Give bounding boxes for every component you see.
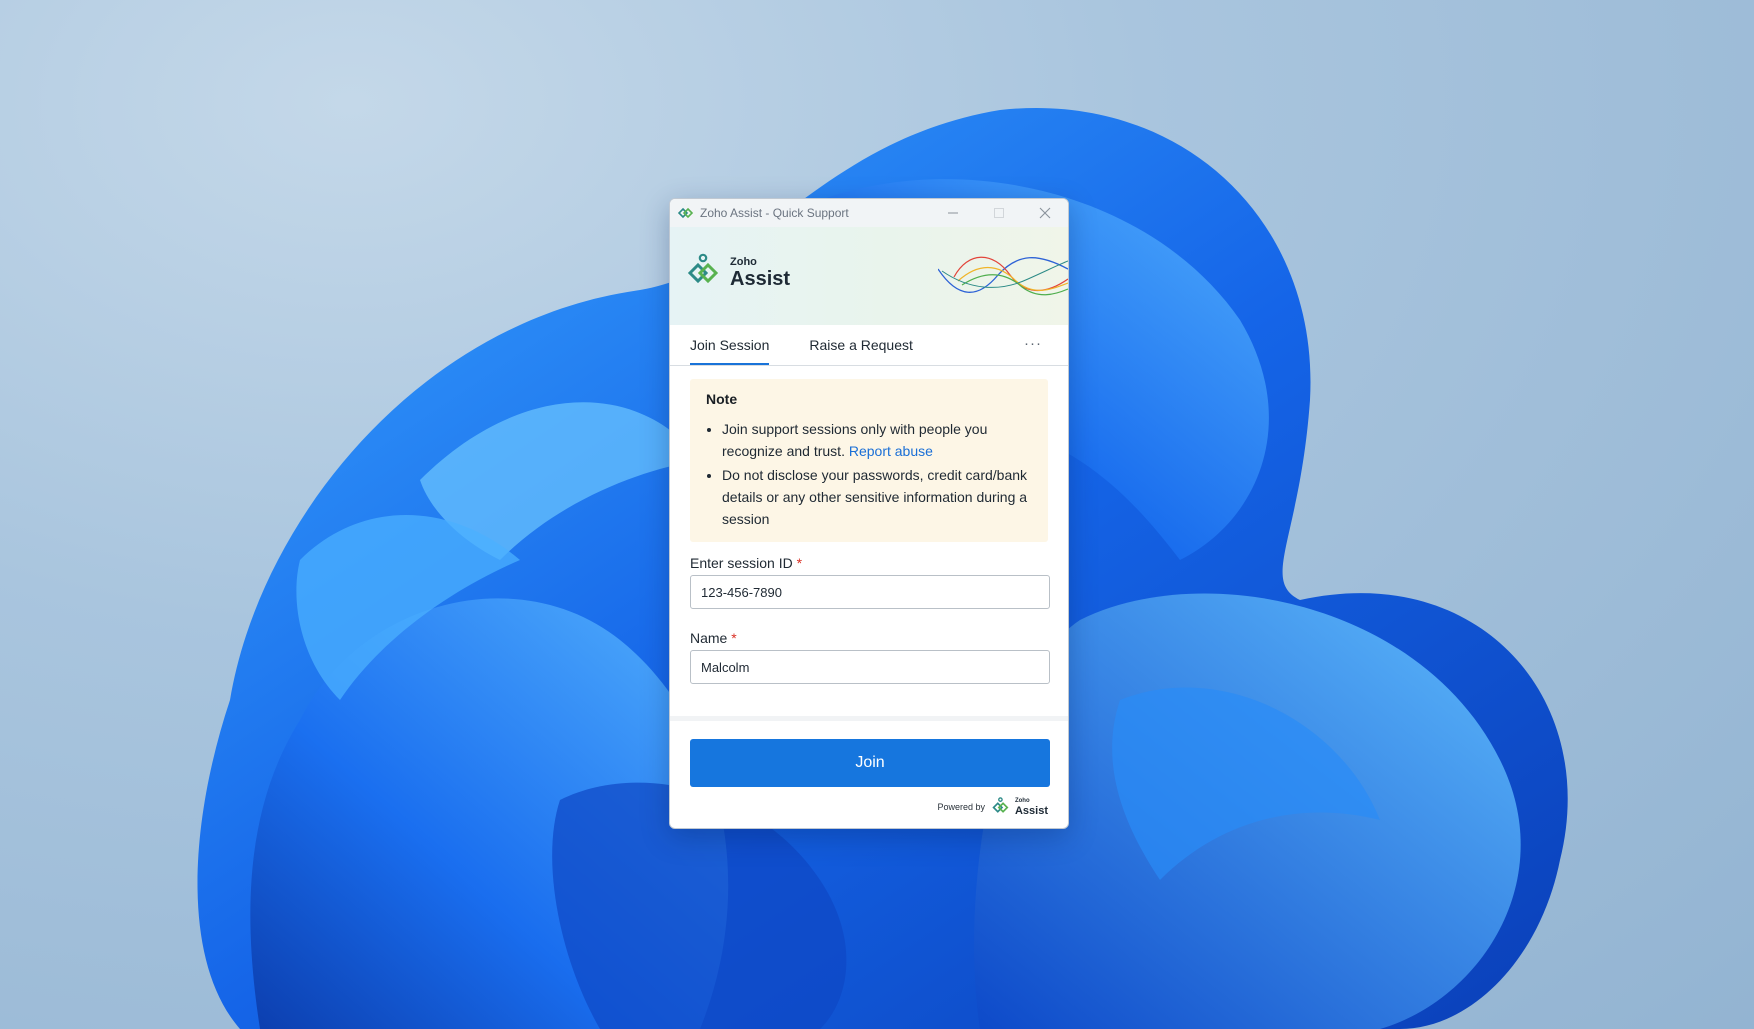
zoho-assist-logo-icon <box>992 797 1009 813</box>
close-button[interactable] <box>1022 199 1068 227</box>
report-abuse-link[interactable]: Report abuse <box>849 443 933 459</box>
decorative-waves <box>938 256 1068 296</box>
note-box: Note Join support sessions only with peo… <box>690 379 1048 542</box>
more-options-icon[interactable]: ··· <box>1024 335 1042 352</box>
note-item: Join support sessions only with people y… <box>722 418 1034 462</box>
brand-logo: Zoho Assist <box>686 253 790 291</box>
name-input[interactable] <box>690 650 1050 684</box>
note-title: Note <box>706 391 738 407</box>
zoho-assist-logo-icon <box>687 253 719 284</box>
minimize-button[interactable] <box>930 199 976 227</box>
minimize-icon <box>948 212 958 214</box>
title-bar[interactable]: Zoho Assist - Quick Support <box>670 199 1068 227</box>
name-label-text: Name <box>690 630 728 646</box>
required-mark: * <box>796 555 803 571</box>
tab-bar: Join Session Raise a Request ··· <box>670 325 1068 366</box>
maximize-icon <box>994 208 1004 218</box>
note-list: Join support sessions only with people y… <box>706 418 1034 530</box>
required-mark: * <box>731 630 737 646</box>
name-label: Name * <box>690 630 1048 646</box>
powered-brand-small: Zoho <box>1014 797 1030 804</box>
join-form: Note Join support sessions only with peo… <box>670 366 1068 684</box>
session-id-label-text: Enter session ID <box>690 555 793 571</box>
session-id-input[interactable] <box>690 575 1050 609</box>
zoho-assist-logo-icon <box>678 205 694 221</box>
brand-small-text: Zoho <box>730 256 757 268</box>
brand-name: Assist <box>730 268 791 290</box>
window-title: Zoho Assist - Quick Support <box>700 206 849 220</box>
session-id-label: Enter session ID * <box>690 555 1048 571</box>
tab-join-session[interactable]: Join Session <box>690 325 770 365</box>
maximize-button[interactable] <box>976 199 1022 227</box>
footer-divider <box>670 716 1068 721</box>
close-icon <box>1039 207 1051 219</box>
note-item: Do not disclose your passwords, credit c… <box>722 464 1034 530</box>
powered-by: Powered by Zoho Assist <box>937 797 1048 817</box>
powered-by-text: Powered by <box>937 802 985 812</box>
join-button[interactable]: Join <box>690 739 1050 787</box>
tab-raise-request[interactable]: Raise a Request <box>809 325 913 365</box>
brand-banner: Zoho Assist <box>670 227 1068 325</box>
powered-brand-name: Assist <box>1014 804 1048 817</box>
note-item-text: Do not disclose your passwords, credit c… <box>722 467 1028 527</box>
quick-support-window: Zoho Assist - Quick Support Zoho Assist <box>669 198 1069 829</box>
